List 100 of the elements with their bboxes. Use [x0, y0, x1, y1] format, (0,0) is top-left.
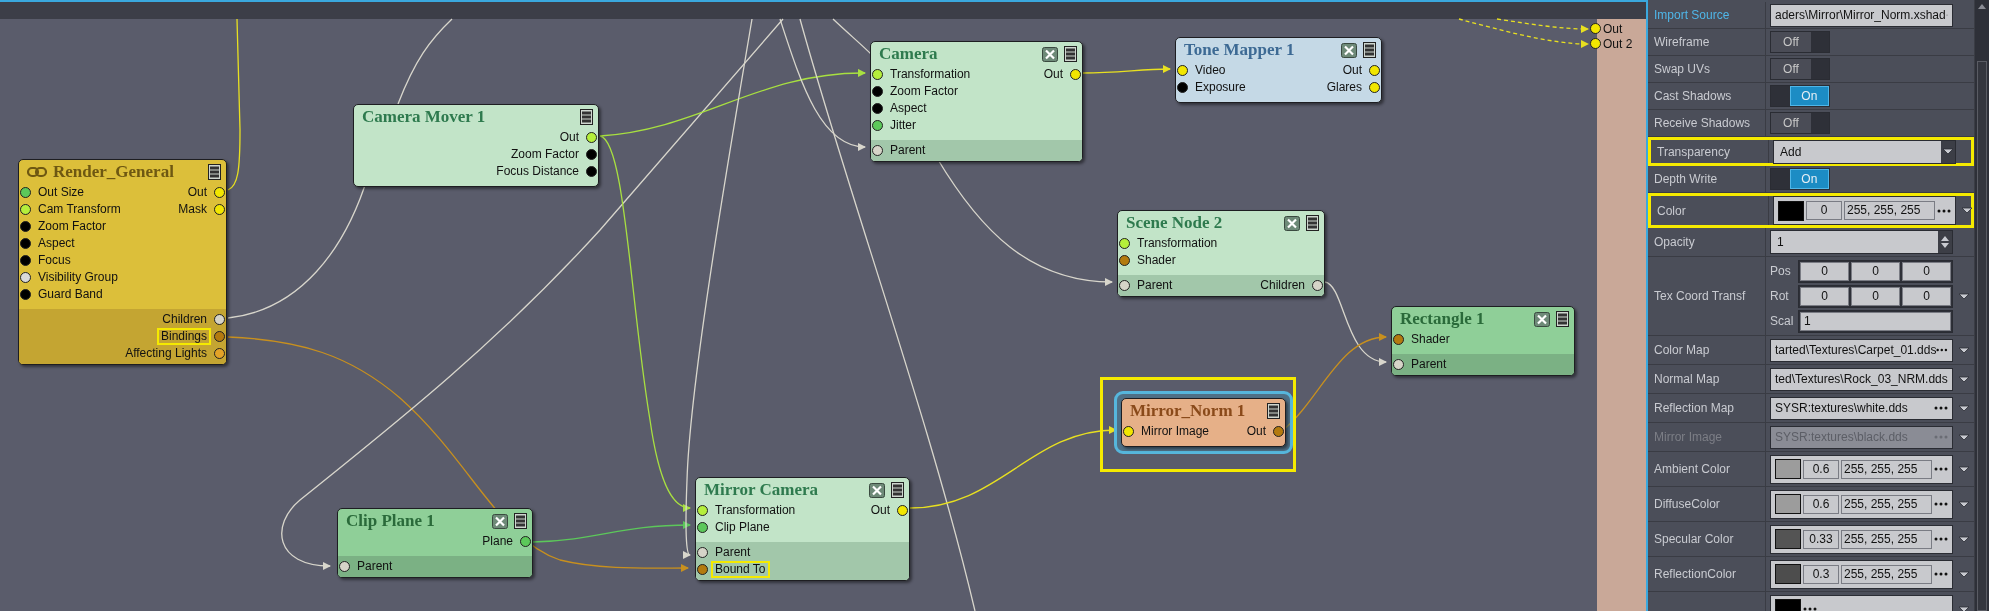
graph-node[interactable]: Render_General Out Size Out Cam Transform Mask Zoom Factor Aspect Focus Visibility Group Guard Band Children Bindings Affecting Lights	[18, 159, 227, 365]
menu-icon[interactable]	[891, 482, 904, 498]
more-icon[interactable]	[1934, 467, 1948, 471]
file-path-field[interactable]: tarted\Textures\Carpet_01.dds	[1770, 338, 1953, 362]
more-icon[interactable]	[1803, 607, 1817, 611]
menu-icon[interactable]	[1306, 215, 1319, 231]
path-text: ted\Textures\Rock_03_NRM.dds	[1775, 371, 1948, 388]
value-field[interactable]: 0	[1800, 286, 1849, 306]
caret-icon[interactable]	[1958, 345, 1970, 355]
graph-node[interactable]: Rectangle 1 Shader Parent	[1391, 306, 1575, 376]
more-icon[interactable]	[1934, 572, 1948, 576]
toggle-label: Off	[1771, 59, 1811, 79]
port-label: Out	[1245, 423, 1267, 440]
graph-node[interactable]: Mirror_Norm 1 Mirror Image Out	[1121, 398, 1286, 447]
toggle-switch[interactable]: Off	[1770, 112, 1830, 134]
port-label: Exposure	[1194, 79, 1247, 96]
caret-icon[interactable]	[1958, 403, 1970, 413]
graph-node[interactable]: Camera Mover 1 Out Zoom Factor Focus Distance	[353, 104, 599, 187]
node-title: Tone Mapper 1	[1184, 40, 1296, 60]
caret-icon[interactable]	[1958, 374, 1970, 384]
more-icon[interactable]	[1937, 208, 1951, 213]
color-field[interactable]: 0.33 255, 255, 255	[1770, 524, 1953, 554]
toggle-switch[interactable]: Off	[1770, 58, 1830, 80]
chain-link-icon	[27, 166, 47, 178]
caret-icon[interactable]	[1961, 206, 1973, 215]
spinner-icon[interactable]	[1940, 235, 1950, 249]
menu-icon[interactable]	[580, 109, 593, 125]
color-swatch[interactable]	[1775, 459, 1801, 479]
menu-icon[interactable]	[1556, 311, 1569, 327]
color-swatch[interactable]	[1775, 494, 1801, 514]
color-swatch[interactable]	[1775, 564, 1801, 584]
color-swatch[interactable]	[1778, 200, 1804, 221]
caret-icon[interactable]	[1942, 147, 1954, 156]
axis-label: Pos	[1770, 263, 1792, 280]
menu-icon[interactable]	[514, 513, 527, 529]
dropdown[interactable]: Add	[1773, 139, 1956, 164]
graph-node[interactable]: Tone Mapper 1 Video Out Exposure Glares	[1175, 37, 1382, 103]
value-field[interactable]: 0	[1851, 261, 1900, 281]
close-icon[interactable]	[1534, 311, 1550, 327]
property-label: Receive Shadows	[1648, 110, 1766, 136]
path-text: SYSR:textures\white.dds	[1775, 400, 1908, 417]
graph-node[interactable]: Scene Node 2 Transformation Shader Parent Children	[1117, 210, 1325, 297]
menu-icon[interactable]	[1064, 46, 1077, 62]
close-icon[interactable]	[1341, 42, 1357, 58]
value-field[interactable]: 255, 255, 255	[1841, 494, 1932, 514]
property-label: Specular Color	[1648, 522, 1766, 556]
caret-icon[interactable]	[1958, 464, 1970, 474]
value-field[interactable]: 0	[1851, 286, 1900, 306]
color-field[interactable]: 0.6 255, 255, 255	[1770, 489, 1953, 519]
more-icon[interactable]	[1936, 348, 1948, 352]
more-icon[interactable]	[1934, 537, 1948, 541]
value-field[interactable]: 255, 255, 255	[1844, 201, 1935, 220]
port-label: Aspect	[889, 100, 928, 117]
caret-icon[interactable]	[1958, 291, 1970, 301]
close-icon[interactable]	[492, 513, 508, 529]
port-label: Mirror Image	[1140, 423, 1210, 440]
caret-icon[interactable]	[1958, 534, 1970, 544]
file-path-field[interactable]: SYSR:textures\white.dds	[1770, 396, 1953, 420]
graph-node[interactable]: Mirror Camera Transformation Out Clip Plane Parent Bound To	[695, 477, 910, 581]
caret-icon[interactable]	[1958, 569, 1970, 579]
scrollbar-thumb[interactable]	[1977, 61, 1987, 611]
value-field[interactable]: 0.6	[1803, 494, 1839, 514]
close-icon[interactable]	[869, 482, 885, 498]
graph-node[interactable]: Camera Transformation Out Zoom Factor Aspect Jitter Parent	[870, 41, 1083, 162]
more-icon[interactable]	[1934, 502, 1948, 506]
value-field[interactable]: 255, 255, 255	[1841, 564, 1932, 584]
scrollbar[interactable]	[1975, 0, 1989, 611]
value-field[interactable]: 0	[1806, 201, 1842, 220]
port-label: Focus	[37, 252, 72, 269]
menu-icon[interactable]	[1267, 403, 1280, 419]
menu-icon[interactable]	[208, 164, 221, 180]
file-path-field[interactable]: aders\Mirror\Mirror_Norm.xshad	[1770, 3, 1953, 27]
close-icon[interactable]	[1042, 46, 1058, 62]
number-field[interactable]: 1	[1770, 230, 1953, 254]
color-field[interactable]: 0 255, 255, 255	[1773, 196, 1956, 225]
graph-node[interactable]: Clip Plane 1 Plane Parent	[337, 508, 533, 578]
close-icon[interactable]	[1284, 215, 1300, 231]
more-icon[interactable]	[1934, 406, 1948, 410]
file-path-field[interactable]: ted\Textures\Rock_03_NRM.dds	[1770, 367, 1953, 391]
color-field[interactable]: 0.6 255, 255, 255	[1770, 454, 1953, 484]
color-swatch[interactable]	[1775, 529, 1801, 549]
value-field[interactable]: 255, 255, 255	[1841, 459, 1932, 479]
caret-icon[interactable]	[1958, 604, 1970, 611]
value-field[interactable]: 255, 255, 255	[1841, 529, 1932, 549]
value-field[interactable]: 0.6	[1803, 459, 1839, 479]
value-field[interactable]: 1	[1800, 311, 1951, 331]
port-label: Visibility Group	[37, 269, 119, 286]
toggle-switch[interactable]: Off	[1770, 31, 1830, 53]
color-field[interactable]: 0.3 255, 255, 255	[1770, 559, 1953, 589]
value-field[interactable]: 0.33	[1803, 529, 1839, 549]
value-field[interactable]: 0.3	[1803, 564, 1839, 584]
axis-label: Rot	[1770, 288, 1790, 305]
value-field[interactable]: 0	[1902, 261, 1951, 281]
caret-icon[interactable]	[1958, 499, 1970, 509]
menu-icon[interactable]	[1363, 42, 1376, 58]
port-label: Zoom Factor	[889, 83, 959, 100]
port-label: Aspect	[37, 235, 76, 252]
axis-label: Scal	[1770, 313, 1794, 330]
value-field[interactable]: 0	[1902, 286, 1951, 306]
value-field[interactable]: 0	[1800, 261, 1849, 281]
